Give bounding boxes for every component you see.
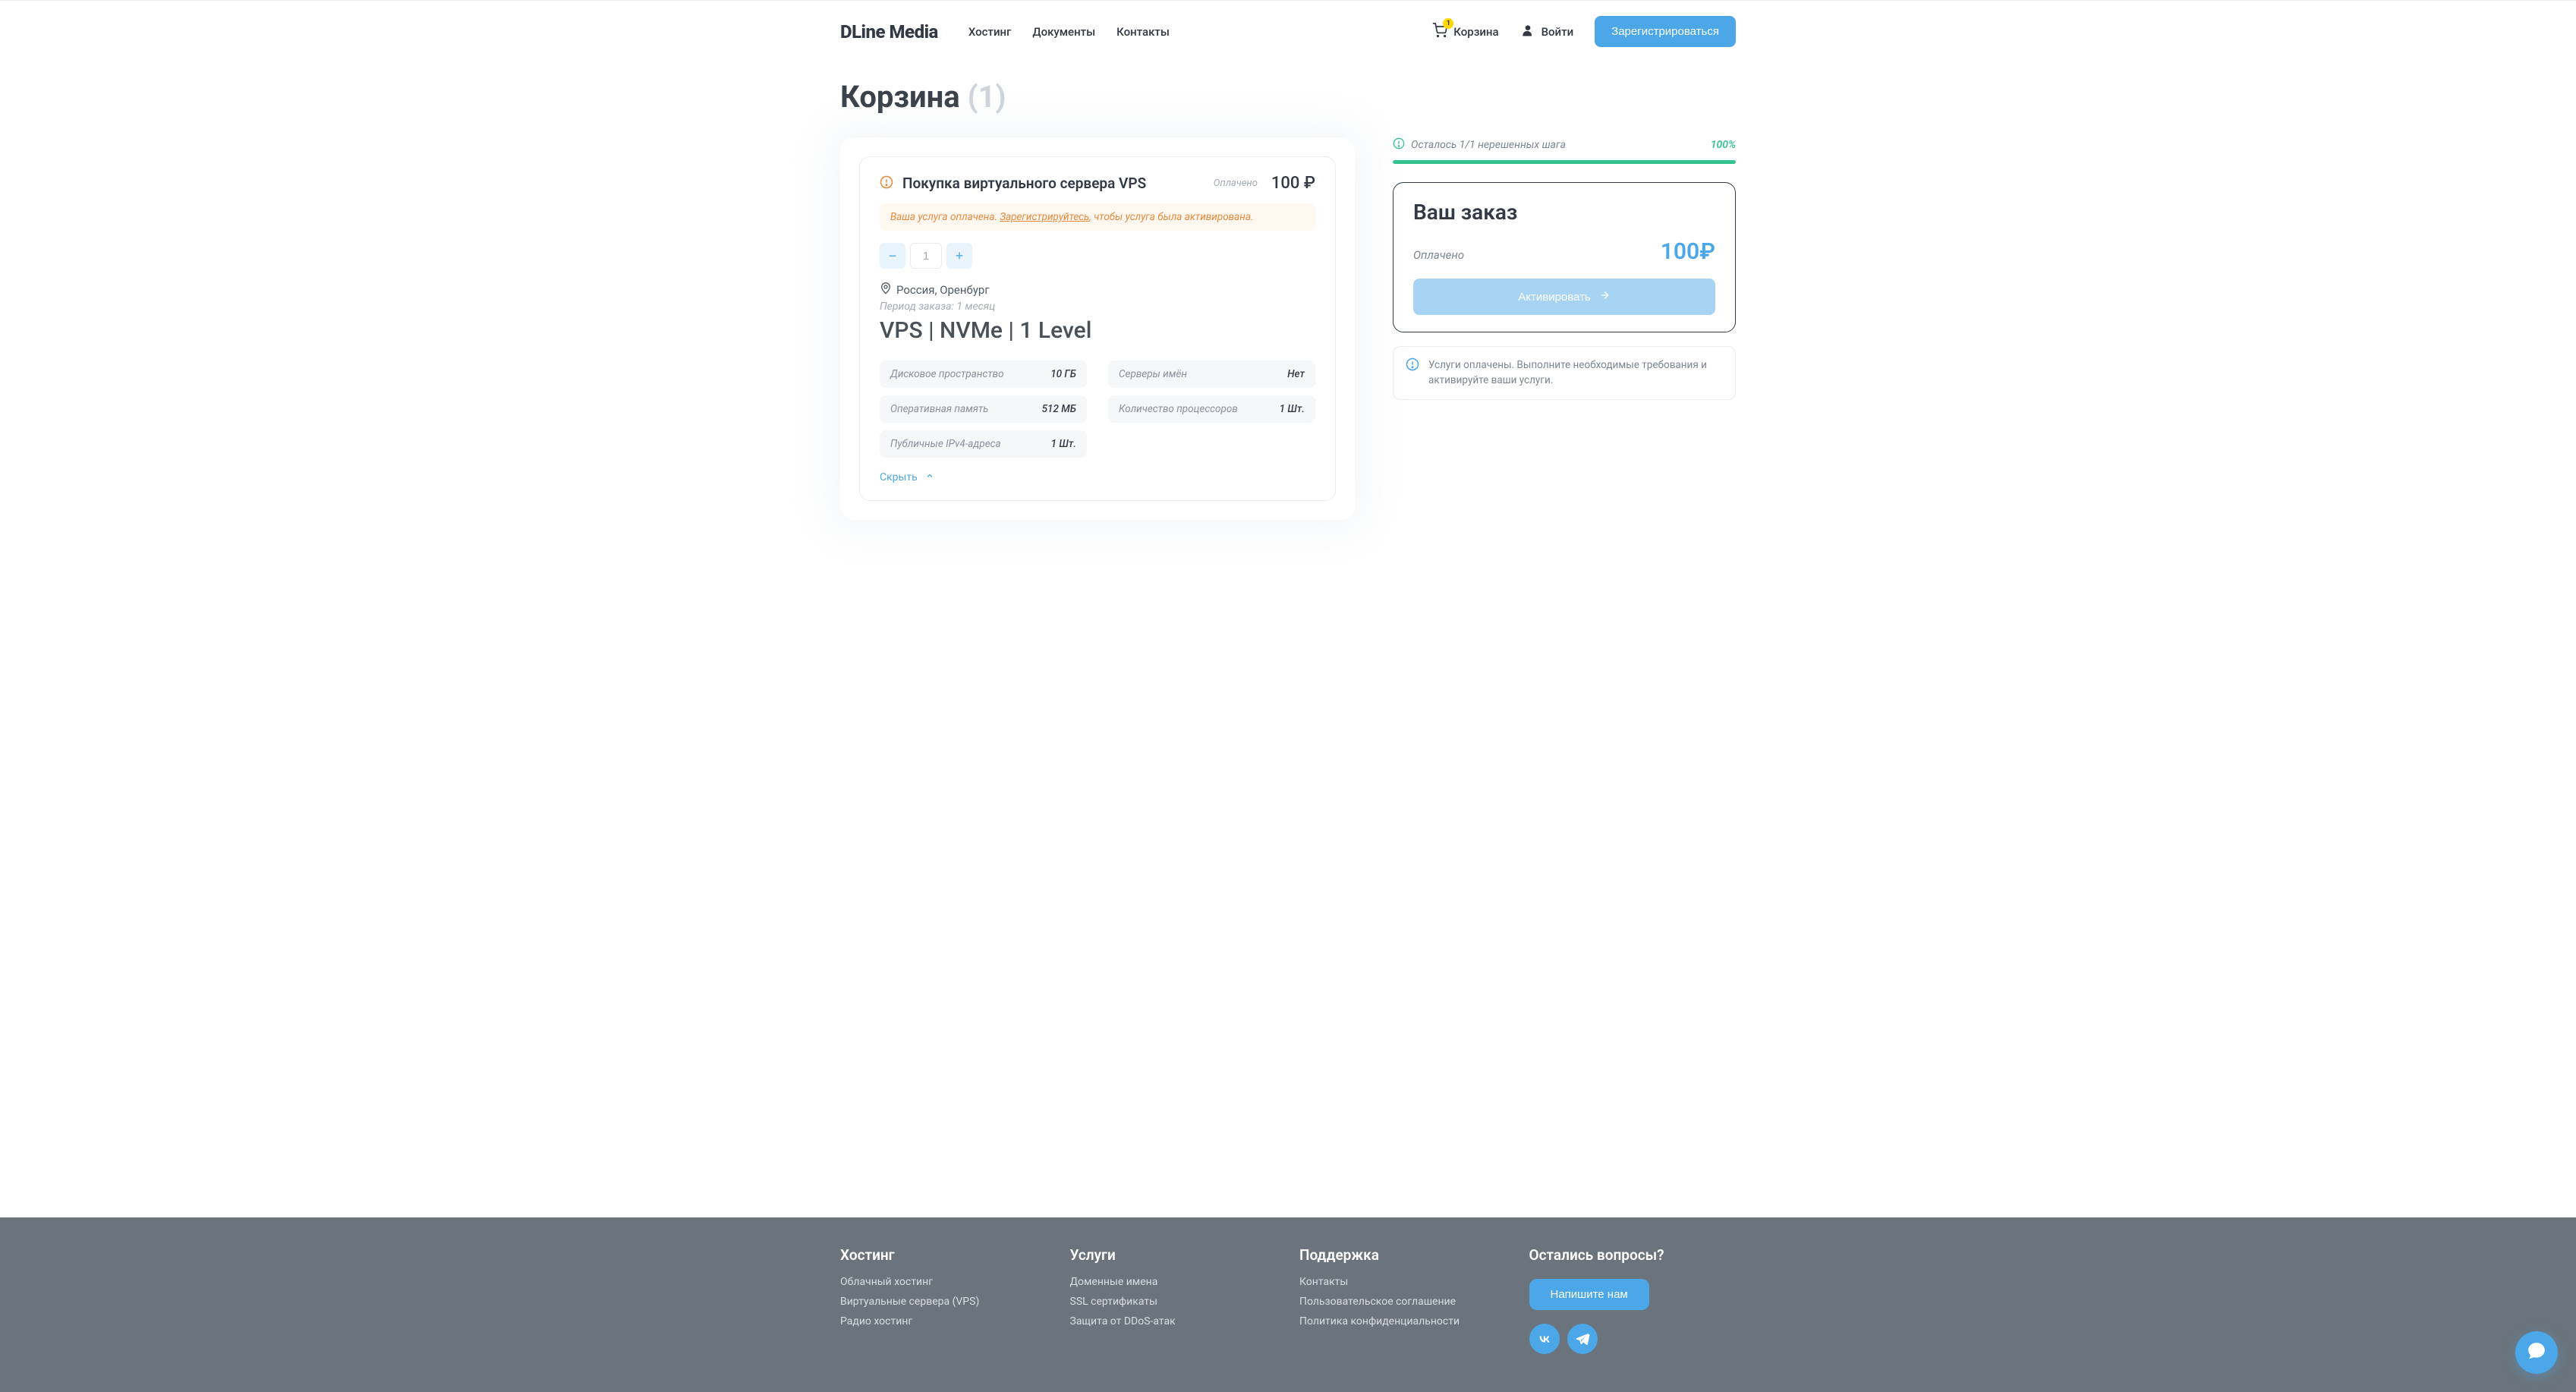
cart-item-title: Покупка виртуального сервера VPS (902, 175, 1205, 192)
chat-icon (2527, 1341, 2546, 1364)
activate-label: Активировать (1518, 291, 1591, 304)
cart-icon: 1 (1432, 23, 1447, 41)
site-footer: Хостинг Облачный хостинг Виртуальные сер… (0, 1217, 2576, 1392)
qty-increment-button[interactable]: + (946, 243, 972, 269)
spec-row-ram: Оперативная память 512 МБ (880, 395, 1087, 423)
write-us-button[interactable]: Напишите нам (1529, 1279, 1649, 1310)
vk-icon[interactable] (1529, 1324, 1560, 1354)
footer-link[interactable]: Защита от DDoS-атак (1070, 1315, 1277, 1327)
info-icon (1406, 357, 1419, 376)
order-paid-label: Оплачено (1413, 248, 1464, 262)
cart-item-price-label: Оплачено (1214, 178, 1258, 189)
footer-link[interactable]: Облачный хостинг (840, 1276, 1047, 1288)
collapse-toggle[interactable]: Скрыть (880, 471, 1315, 483)
progress-text: Осталось 1/1 нерешенных шага (1411, 139, 1566, 151)
cart-label: Корзина (1453, 25, 1498, 39)
info-text: Услуги оплачены. Выполните необходимые т… (1428, 357, 1723, 389)
order-summary: Ваш заказ Оплачено 100₽ Активировать (1393, 182, 1736, 332)
spec-label: Публичные IPv4-адреса (890, 438, 1001, 450)
notice-text-1: Ваша услуга оплачена. (890, 211, 1000, 223)
notice-text-2: , чтобы услуга была активирована. (1089, 211, 1253, 223)
spec-label: Оперативная память (890, 403, 988, 415)
notice-link[interactable]: Зарегистрируйтесь (1000, 211, 1089, 223)
alert-icon (880, 175, 893, 192)
progress-status: Осталось 1/1 нерешенных шага 100% (1393, 137, 1736, 153)
footer-link[interactable]: SSL сертификаты (1070, 1296, 1277, 1308)
collapse-label: Скрыть (880, 471, 918, 483)
spec-value: 10 ГБ (1050, 368, 1076, 380)
arrow-right-icon (1598, 289, 1611, 304)
spec-value: 1 Шт. (1051, 438, 1076, 450)
qty-decrement-button[interactable]: − (880, 243, 905, 269)
location-text: Россия, Оренбург (896, 283, 990, 297)
footer-link[interactable]: Виртуальные сервера (VPS) (840, 1296, 1047, 1308)
info-box: Услуги оплачены. Выполните необходимые т… (1393, 346, 1736, 400)
page-title-text: Корзина (840, 79, 960, 115)
spec-value: Нет (1287, 368, 1305, 380)
spec-row-disk: Дисковое пространство 10 ГБ (880, 361, 1087, 388)
footer-col-support: Поддержка Контакты Пользовательское согл… (1299, 1246, 1507, 1354)
spec-row-ipv4: Публичные IPv4-адреса 1 Шт. (880, 430, 1087, 458)
location-icon (880, 282, 892, 298)
chat-bubble-button[interactable] (2515, 1331, 2558, 1374)
spec-label: Серверы имён (1119, 368, 1187, 380)
login-link[interactable]: Войти (1520, 23, 1574, 41)
footer-link[interactable]: Контакты (1299, 1276, 1507, 1288)
cart-card: Покупка виртуального сервера VPS Оплачен… (840, 137, 1355, 520)
page-title: Корзина (1) (840, 79, 1736, 115)
spec-label: Дисковое пространство (890, 368, 1004, 380)
footer-heading: Услуги (1070, 1246, 1277, 1264)
alert-icon (1393, 137, 1405, 153)
quantity-stepper: − + (880, 243, 1315, 269)
telegram-icon[interactable] (1567, 1324, 1598, 1354)
spec-value: 512 МБ (1042, 403, 1076, 415)
spec-row-nameservers: Серверы имён Нет (1108, 361, 1315, 388)
spec-label: Количество процессоров (1119, 403, 1238, 415)
footer-link[interactable]: Политика конфиденциальности (1299, 1315, 1507, 1327)
progress-percent: 100% (1711, 139, 1736, 151)
chevron-up-icon (925, 471, 934, 483)
nav-documents[interactable]: Документы (1032, 25, 1095, 39)
order-period: Период заказа: 1 месяц (880, 301, 1315, 313)
footer-col-services: Услуги Доменные имена SSL сертификаты За… (1070, 1246, 1277, 1354)
main-nav: Хостинг Документы Контакты (968, 25, 1170, 39)
order-amount: 100₽ (1661, 238, 1715, 265)
nav-contacts[interactable]: Контакты (1116, 25, 1170, 39)
login-label: Войти (1542, 25, 1574, 39)
product-name: VPS | NVMe | 1 Level (880, 317, 1315, 344)
notice-bar: Ваша услуга оплачена. Зарегистрируйтесь,… (880, 203, 1315, 231)
site-header: DLine Media Хостинг Документы Контакты 1… (840, 1, 1736, 62)
activate-button[interactable]: Активировать (1413, 279, 1715, 315)
spec-row-cpu: Количество процессоров 1 Шт. (1108, 395, 1315, 423)
footer-question: Остались вопросы? (1529, 1246, 1737, 1264)
cart-badge: 1 (1443, 18, 1453, 29)
register-button[interactable]: Зарегистрироваться (1595, 16, 1736, 47)
spec-grid: Дисковое пространство 10 ГБ Серверы имён… (880, 361, 1315, 458)
footer-link[interactable]: Пользовательское соглашение (1299, 1296, 1507, 1308)
page-title-count: (1) (968, 79, 1006, 115)
footer-col-hosting: Хостинг Облачный хостинг Виртуальные сер… (840, 1246, 1047, 1354)
cart-item-price: 100 ₽ (1271, 174, 1315, 193)
progress-bar (1393, 160, 1736, 164)
footer-col-contact: Остались вопросы? Напишите нам (1529, 1246, 1737, 1354)
footer-link[interactable]: Доменные имена (1070, 1276, 1277, 1288)
user-icon (1520, 23, 1535, 41)
order-title: Ваш заказ (1413, 200, 1715, 225)
cart-link[interactable]: 1 Корзина (1432, 23, 1498, 41)
nav-hosting[interactable]: Хостинг (968, 25, 1012, 39)
footer-link[interactable]: Радио хостинг (840, 1315, 1047, 1327)
qty-input[interactable] (910, 243, 942, 269)
footer-heading: Поддержка (1299, 1246, 1507, 1264)
site-logo[interactable]: DLine Media (840, 21, 938, 43)
footer-heading: Хостинг (840, 1246, 1047, 1264)
spec-value: 1 Шт. (1280, 403, 1305, 415)
